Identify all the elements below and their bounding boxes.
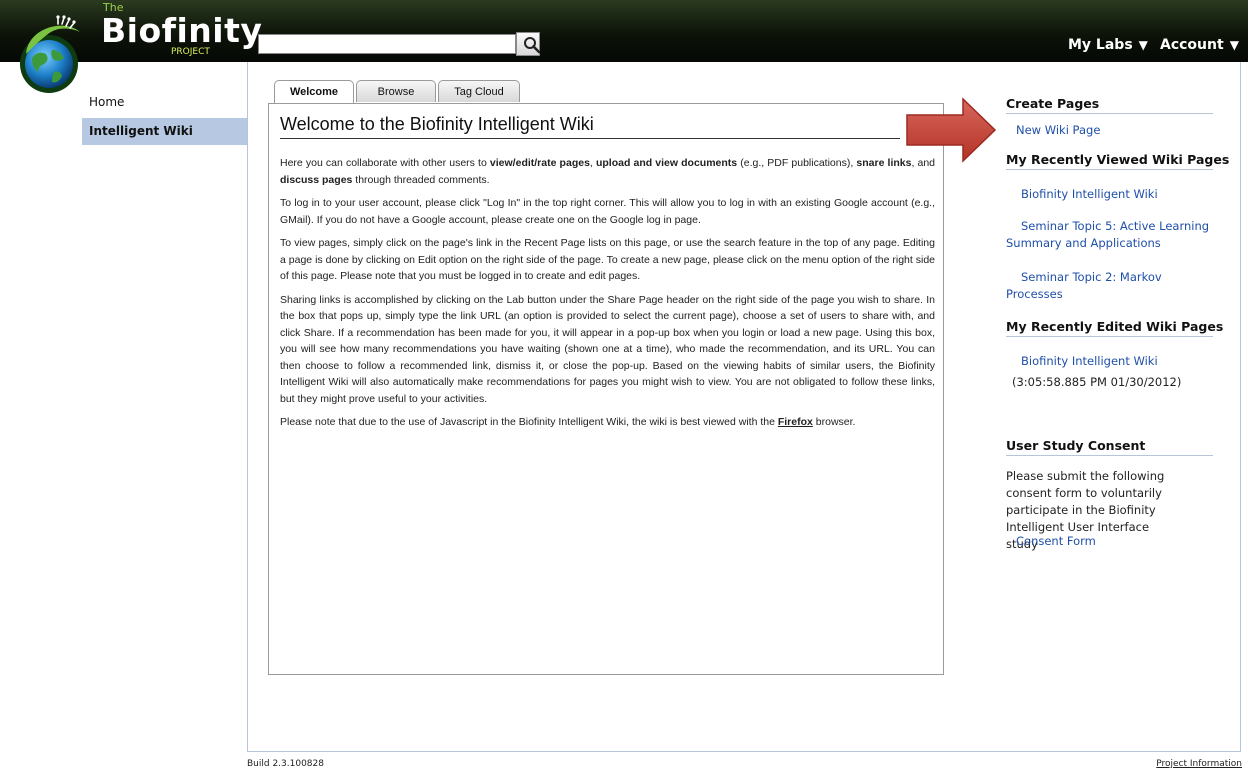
tab-welcome[interactable]: Welcome (274, 80, 354, 105)
text: browser. (812, 416, 856, 428)
my-labs-label: My Labs (1068, 37, 1133, 53)
my-labs-menu[interactable]: My Labs ▼ (1068, 37, 1148, 53)
recent-viewed-link-1[interactable]: Biofinity Intelligent Wiki (1021, 186, 1158, 203)
firefox-link[interactable]: Firefox (778, 416, 813, 428)
page-title: Welcome to the Biofinity Intelligent Wik… (280, 114, 900, 139)
text-line: participate in the Biofinity (1006, 503, 1156, 517)
account-menu[interactable]: Account ▼ (1160, 37, 1239, 53)
recently-edited-heading: My Recently Edited Wiki Pages (1006, 319, 1223, 337)
magnifier-icon (524, 37, 541, 54)
bold-text: snare links (856, 157, 912, 169)
wiki-paragraph: To log in to your user account, please c… (280, 197, 935, 226)
bold-text: upload and view documents (595, 157, 738, 169)
consent-form-link[interactable]: Consent Form (1016, 533, 1096, 550)
build-version-text: Build 2.3.100828 (247, 759, 324, 769)
recent-edited-link-1[interactable]: Biofinity Intelligent Wiki (1021, 353, 1158, 370)
chevron-down-icon: ▼ (1229, 38, 1239, 52)
left-navigation: Home Intelligent Wiki (82, 89, 247, 145)
text: Here you can collaborate with other user… (280, 157, 490, 169)
text-line: Please submit the following (1006, 469, 1165, 483)
user-study-consent-heading: User Study Consent (1006, 438, 1213, 456)
chevron-down-icon: ▼ (1138, 38, 1148, 52)
search-input[interactable] (258, 34, 516, 54)
wiki-body: Here you can collaborate with other user… (280, 155, 935, 438)
text-line: consent form to voluntarily (1006, 486, 1162, 500)
recently-viewed-heading: My Recently Viewed Wiki Pages (1006, 152, 1229, 170)
tab-tag-cloud[interactable]: Tag Cloud (438, 80, 520, 102)
wiki-paragraph: Sharing links is accomplished by clickin… (280, 293, 935, 405)
text: Please note that due to the use of Javas… (280, 416, 778, 428)
nav-item-home[interactable]: Home (82, 89, 247, 116)
recent-viewed-link-2[interactable]: Seminar Topic 5: Active Learning Summary… (1006, 218, 1216, 252)
nav-item-intelligent-wiki[interactable]: Intelligent Wiki (82, 118, 247, 145)
project-information-link[interactable]: Project Information (1156, 759, 1242, 769)
account-label: Account (1160, 37, 1224, 53)
wiki-paragraph: Please note that due to the use of Javas… (280, 414, 935, 431)
text: through threaded comments. (352, 173, 490, 186)
nav-item-label: Home (89, 95, 125, 109)
tab-browse[interactable]: Browse (356, 80, 436, 102)
text: (e.g., PDF publications), (737, 157, 857, 169)
link-text: Processes (1006, 287, 1063, 301)
link-text: Biofinity Intelligent Wiki (1021, 187, 1158, 201)
biofinity-globe-logo[interactable] (18, 14, 84, 98)
tab-label: Browse (377, 86, 415, 98)
red-arrow-annotation (906, 97, 997, 163)
tab-label: Welcome (289, 86, 339, 98)
tab-label: Tag Cloud (454, 86, 504, 98)
wiki-paragraph: Here you can collaborate with other user… (280, 155, 935, 188)
link-text: Summary and Applications (1006, 236, 1161, 250)
bold-text: view/edit/rate pages (489, 157, 590, 169)
link-text: Seminar Topic 5: Active Learning (1021, 219, 1210, 233)
edited-timestamp: (3:05:58.885 PM 01/30/2012) (1012, 375, 1182, 389)
search-button[interactable] (516, 32, 541, 56)
new-wiki-page-link[interactable]: New Wiki Page (1016, 122, 1100, 139)
logo-project-text: PROJECT (171, 47, 210, 57)
link-text: Seminar Topic 2: Markov (1021, 270, 1162, 284)
nav-item-label: Intelligent Wiki (89, 124, 193, 138)
logo-name-text[interactable]: Biofinity (101, 12, 262, 50)
recent-viewed-link-3[interactable]: Seminar Topic 2: Markov Processes (1006, 269, 1216, 303)
wiki-paragraph: To view pages, simply click on the page'… (280, 237, 935, 282)
top-header-bar: The Biofinity PROJECT My Labs ▼ Account ▼ (0, 0, 1248, 62)
create-pages-heading: Create Pages (1006, 96, 1213, 114)
bold-text: discuss pages (280, 173, 353, 186)
